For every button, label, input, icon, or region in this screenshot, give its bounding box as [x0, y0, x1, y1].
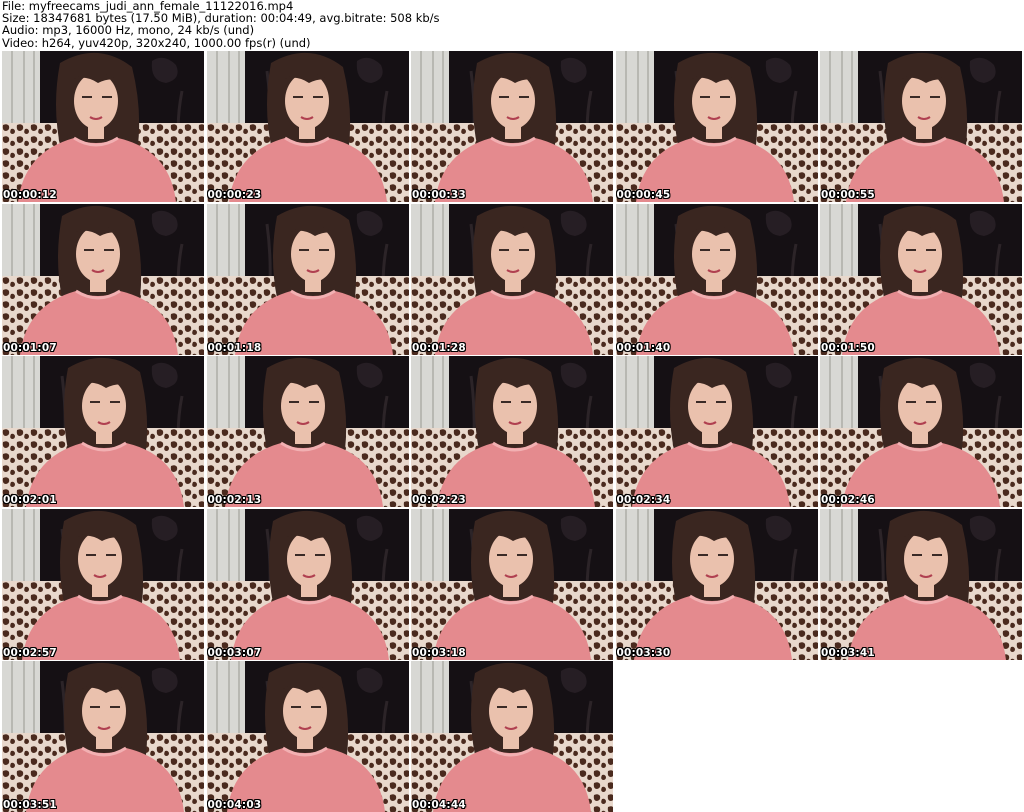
video-thumbnail[interactable]: 00:02:23: [411, 356, 613, 507]
thumbnail-timestamp: 00:02:23: [412, 494, 466, 506]
thumbnail-grid: 00:00:12 00:00:23 00:00:33 00:00:45 00:0…: [2, 51, 1022, 812]
video-thumbnail[interactable]: 00:02:57: [2, 508, 204, 660]
video-info-line: Video: h264, yuv420p, 320x240, 1000.00 f…: [2, 35, 311, 50]
thumbnail-timestamp: 00:02:57: [3, 646, 57, 659]
thumbnail-frame-image: [820, 356, 1022, 507]
thumbnail-timestamp: 00:01:40: [616, 341, 671, 354]
thumbnail-timestamp: 00:04:03: [207, 799, 262, 811]
thumbnail-timestamp: 00:00:23: [207, 189, 262, 201]
video-thumbnail[interactable]: 00:02:13: [206, 356, 409, 507]
thumbnail-timestamp: 00:01:50: [821, 341, 875, 354]
thumbnail-frame-image: [206, 661, 409, 812]
thumbnail-timestamp: 00:00:55: [821, 189, 875, 201]
thumbnail-timestamp: 00:03:07: [207, 646, 262, 659]
file-info-header: File: myfreecams_judi_ann_female_1112201…: [2, 0, 1022, 50]
thumbnail-frame-image: [2, 508, 204, 660]
thumbnail-frame-image: [411, 51, 613, 202]
video-thumbnail[interactable]: 00:04:44: [411, 661, 613, 812]
video-thumbnail[interactable]: 00:01:07: [2, 203, 204, 355]
thumbnail-frame-image: [2, 661, 204, 812]
thumbnail-timestamp: 00:02:34: [616, 494, 671, 506]
video-thumbnail[interactable]: 00:00:45: [615, 51, 818, 202]
thumbnail-frame-image: [820, 203, 1022, 355]
thumbnail-frame-image: [411, 203, 613, 355]
thumbnail-timestamp: 00:02:13: [207, 494, 262, 506]
video-thumbnail[interactable]: 00:03:18: [411, 508, 613, 660]
thumbnail-frame-image: [820, 51, 1022, 202]
video-thumbnail[interactable]: 00:02:46: [820, 356, 1022, 507]
thumbnail-timestamp: 00:00:45: [616, 189, 671, 201]
video-thumbnail[interactable]: 00:01:50: [820, 203, 1022, 355]
audio-info-line: Audio: mp3, 16000 Hz, mono, 24 kb/s (und…: [2, 23, 255, 38]
video-thumbnail[interactable]: 00:01:18: [206, 203, 409, 355]
thumbnail-frame-image: [615, 51, 818, 202]
thumbnail-timestamp: 00:01:28: [412, 341, 466, 354]
thumbnail-timestamp: 00:02:01: [3, 494, 57, 506]
video-thumbnail[interactable]: 00:00:23: [206, 51, 409, 202]
thumbnail-frame-image: [820, 508, 1022, 660]
video-thumbnail[interactable]: 00:02:34: [615, 356, 818, 507]
video-thumbnail[interactable]: 00:03:51: [2, 661, 204, 812]
video-thumbnail[interactable]: 00:03:41: [820, 508, 1022, 660]
thumbnail-frame-image: [206, 508, 409, 660]
thumbnail-frame-image: [2, 203, 204, 355]
thumbnail-frame-image: [206, 356, 409, 507]
video-thumbnail[interactable]: 00:03:07: [206, 508, 409, 660]
thumbnail-frame-image: [615, 508, 818, 660]
thumbnail-frame-image: [206, 51, 409, 202]
thumbnail-frame-image: [2, 51, 204, 202]
thumbnail-timestamp: 00:00:12: [3, 189, 57, 201]
thumbnail-timestamp: 00:03:41: [821, 646, 875, 659]
thumbnail-timestamp: 00:03:30: [616, 646, 671, 659]
thumbnail-frame-image: [615, 203, 818, 355]
thumbnail-timestamp: 00:00:33: [412, 189, 466, 201]
video-thumbnail[interactable]: 00:01:28: [411, 203, 613, 355]
thumbnail-timestamp: 00:01:07: [3, 341, 57, 354]
video-thumbnail[interactable]: 00:03:30: [615, 508, 818, 660]
thumbnail-timestamp: 00:03:18: [412, 646, 466, 659]
thumbnail-frame-image: [2, 356, 204, 507]
video-thumbnail[interactable]: 00:00:33: [411, 51, 613, 202]
video-thumbnail[interactable]: 00:02:01: [2, 356, 204, 507]
thumbnail-frame-image: [411, 661, 613, 812]
thumbnail-timestamp: 00:01:18: [207, 341, 262, 354]
thumbnail-frame-image: [411, 356, 613, 507]
video-thumbnail[interactable]: 00:01:40: [615, 203, 818, 355]
thumbnail-frame-image: [615, 356, 818, 507]
thumbnail-frame-image: [411, 508, 613, 660]
thumbnail-timestamp: 00:02:46: [821, 494, 875, 506]
thumbnail-frame-image: [206, 203, 409, 355]
thumbnail-timestamp: 00:03:51: [3, 799, 57, 811]
video-thumbnail[interactable]: 00:00:55: [820, 51, 1022, 202]
video-thumbnail[interactable]: 00:04:03: [206, 661, 409, 812]
video-thumbnail[interactable]: 00:00:12: [2, 51, 204, 202]
thumbnail-timestamp: 00:04:44: [412, 799, 466, 811]
